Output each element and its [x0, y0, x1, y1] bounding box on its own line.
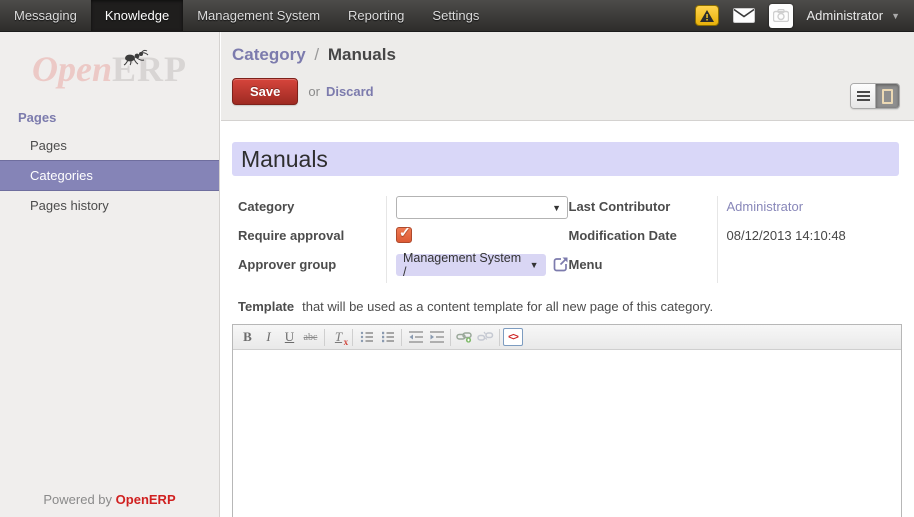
breadcrumb-separator: / [310, 45, 323, 64]
sidebar-item-pages-history[interactable]: Pages history [0, 191, 219, 220]
nav-item-management-system[interactable]: Management System [183, 0, 334, 31]
form-actions: Save or Discard [232, 78, 900, 105]
toolbar-divider [401, 329, 402, 346]
breadcrumb: Category / Manuals [232, 45, 900, 65]
link-icon[interactable] [454, 328, 475, 347]
category-select[interactable]: ▼ [396, 196, 568, 219]
sidebar-item-pages[interactable]: Pages [0, 131, 219, 160]
nav-item-settings[interactable]: Settings [418, 0, 493, 31]
template-description: that will be used as a content template … [302, 299, 713, 314]
openerp-brand-link[interactable]: OpenERP [116, 492, 176, 507]
nav-item-messaging[interactable]: Messaging [0, 0, 91, 31]
unlink-icon[interactable] [475, 328, 496, 347]
source-code-icon[interactable]: <> [503, 328, 523, 346]
form-right-column: Last Contributor Administrator Modificat… [569, 196, 900, 283]
warning-icon[interactable] [695, 5, 719, 26]
top-navigation-bar: Messaging Knowledge Management System Re… [0, 0, 914, 32]
template-label: Template [238, 299, 294, 314]
sidebar-section-title: Pages [0, 96, 219, 131]
user-name: Administrator [807, 8, 884, 23]
bold-icon[interactable]: B [237, 328, 258, 347]
field-label-menu: Menu [569, 254, 717, 283]
logo-open-text: Open [32, 49, 112, 89]
template-rich-text-editor: B I U abc Tx [232, 324, 902, 517]
topbar-right: Administrator ▼ [695, 0, 914, 31]
content-header: Category / Manuals Save or Discard [221, 32, 914, 121]
ant-icon [120, 46, 160, 66]
main-menu: Messaging Knowledge Management System Re… [0, 0, 493, 31]
chevron-down-icon: ▼ [552, 203, 561, 213]
discard-link[interactable]: Discard [326, 84, 374, 99]
approver-group-select[interactable]: Management System / ▼ [396, 254, 546, 276]
save-button[interactable]: Save [232, 78, 298, 105]
italic-icon[interactable]: I [258, 328, 279, 347]
breadcrumb-category[interactable]: Category [232, 45, 306, 64]
sidebar: OpenERP Pages Pages Categories Pages his… [0, 32, 220, 517]
require-approval-checkbox[interactable]: ✓ [396, 227, 412, 243]
external-link-icon[interactable] [552, 256, 569, 273]
outdent-icon[interactable] [405, 328, 426, 347]
numbered-list-icon[interactable] [377, 328, 398, 347]
powered-by-text: Powered by [43, 492, 112, 507]
category-name-input[interactable]: Manuals [232, 142, 899, 176]
form-left-column: Category ▼ Require approval ✓ Approver g… [238, 196, 569, 283]
field-label-category: Category [238, 196, 386, 225]
field-label-last-contributor: Last Contributor [569, 196, 717, 225]
editor-toolbar: B I U abc Tx [233, 325, 901, 350]
list-view-icon [857, 91, 870, 101]
openerp-logo: OpenERP [32, 48, 187, 90]
user-menu[interactable]: Administrator ▼ [807, 8, 901, 23]
nav-item-knowledge[interactable]: Knowledge [91, 0, 183, 31]
openerp-app-window: Messaging Knowledge Management System Re… [0, 0, 914, 517]
category-form: Manuals Category ▼ Require approval ✓ [221, 142, 914, 517]
toolbar-divider [450, 329, 451, 346]
field-label-approver-group: Approver group [238, 254, 386, 283]
sidebar-item-categories[interactable]: Categories [0, 160, 219, 191]
nav-item-reporting[interactable]: Reporting [334, 0, 418, 31]
remove-format-icon[interactable]: Tx [328, 328, 349, 347]
avatar[interactable] [769, 4, 793, 28]
toolbar-divider [499, 329, 500, 346]
toolbar-divider [352, 329, 353, 346]
view-switcher [850, 83, 900, 109]
form-view-button[interactable] [875, 84, 899, 108]
main-content: Category / Manuals Save or Discard Manua… [221, 32, 914, 517]
form-fields: Category ▼ Require approval ✓ Approver g… [238, 196, 899, 283]
breadcrumb-current: Manuals [328, 45, 396, 64]
template-caption: Template that will be used as a content t… [238, 299, 899, 314]
mail-icon[interactable] [733, 8, 755, 23]
powered-by: Powered by OpenERP [0, 492, 219, 517]
underline-icon[interactable]: U [279, 328, 300, 347]
field-label-modification-date: Modification Date [569, 225, 717, 254]
or-label: or [308, 84, 320, 99]
approver-group-value: Management System / [403, 251, 524, 279]
checkmark-icon: ✓ [399, 224, 411, 241]
field-label-require-approval: Require approval [238, 225, 386, 254]
toolbar-divider [324, 329, 325, 346]
strikethrough-icon[interactable]: abc [300, 328, 321, 347]
last-contributor-value: Administrator [727, 196, 804, 214]
chevron-down-icon: ▼ [530, 260, 539, 270]
indent-icon[interactable] [426, 328, 447, 347]
list-view-button[interactable] [851, 84, 875, 108]
form-view-icon [882, 89, 893, 104]
modification-date-value: 08/12/2013 14:10:48 [727, 225, 846, 243]
bullet-list-icon[interactable] [356, 328, 377, 347]
chevron-down-icon: ▼ [891, 11, 900, 21]
editor-content-area[interactable] [233, 350, 901, 517]
